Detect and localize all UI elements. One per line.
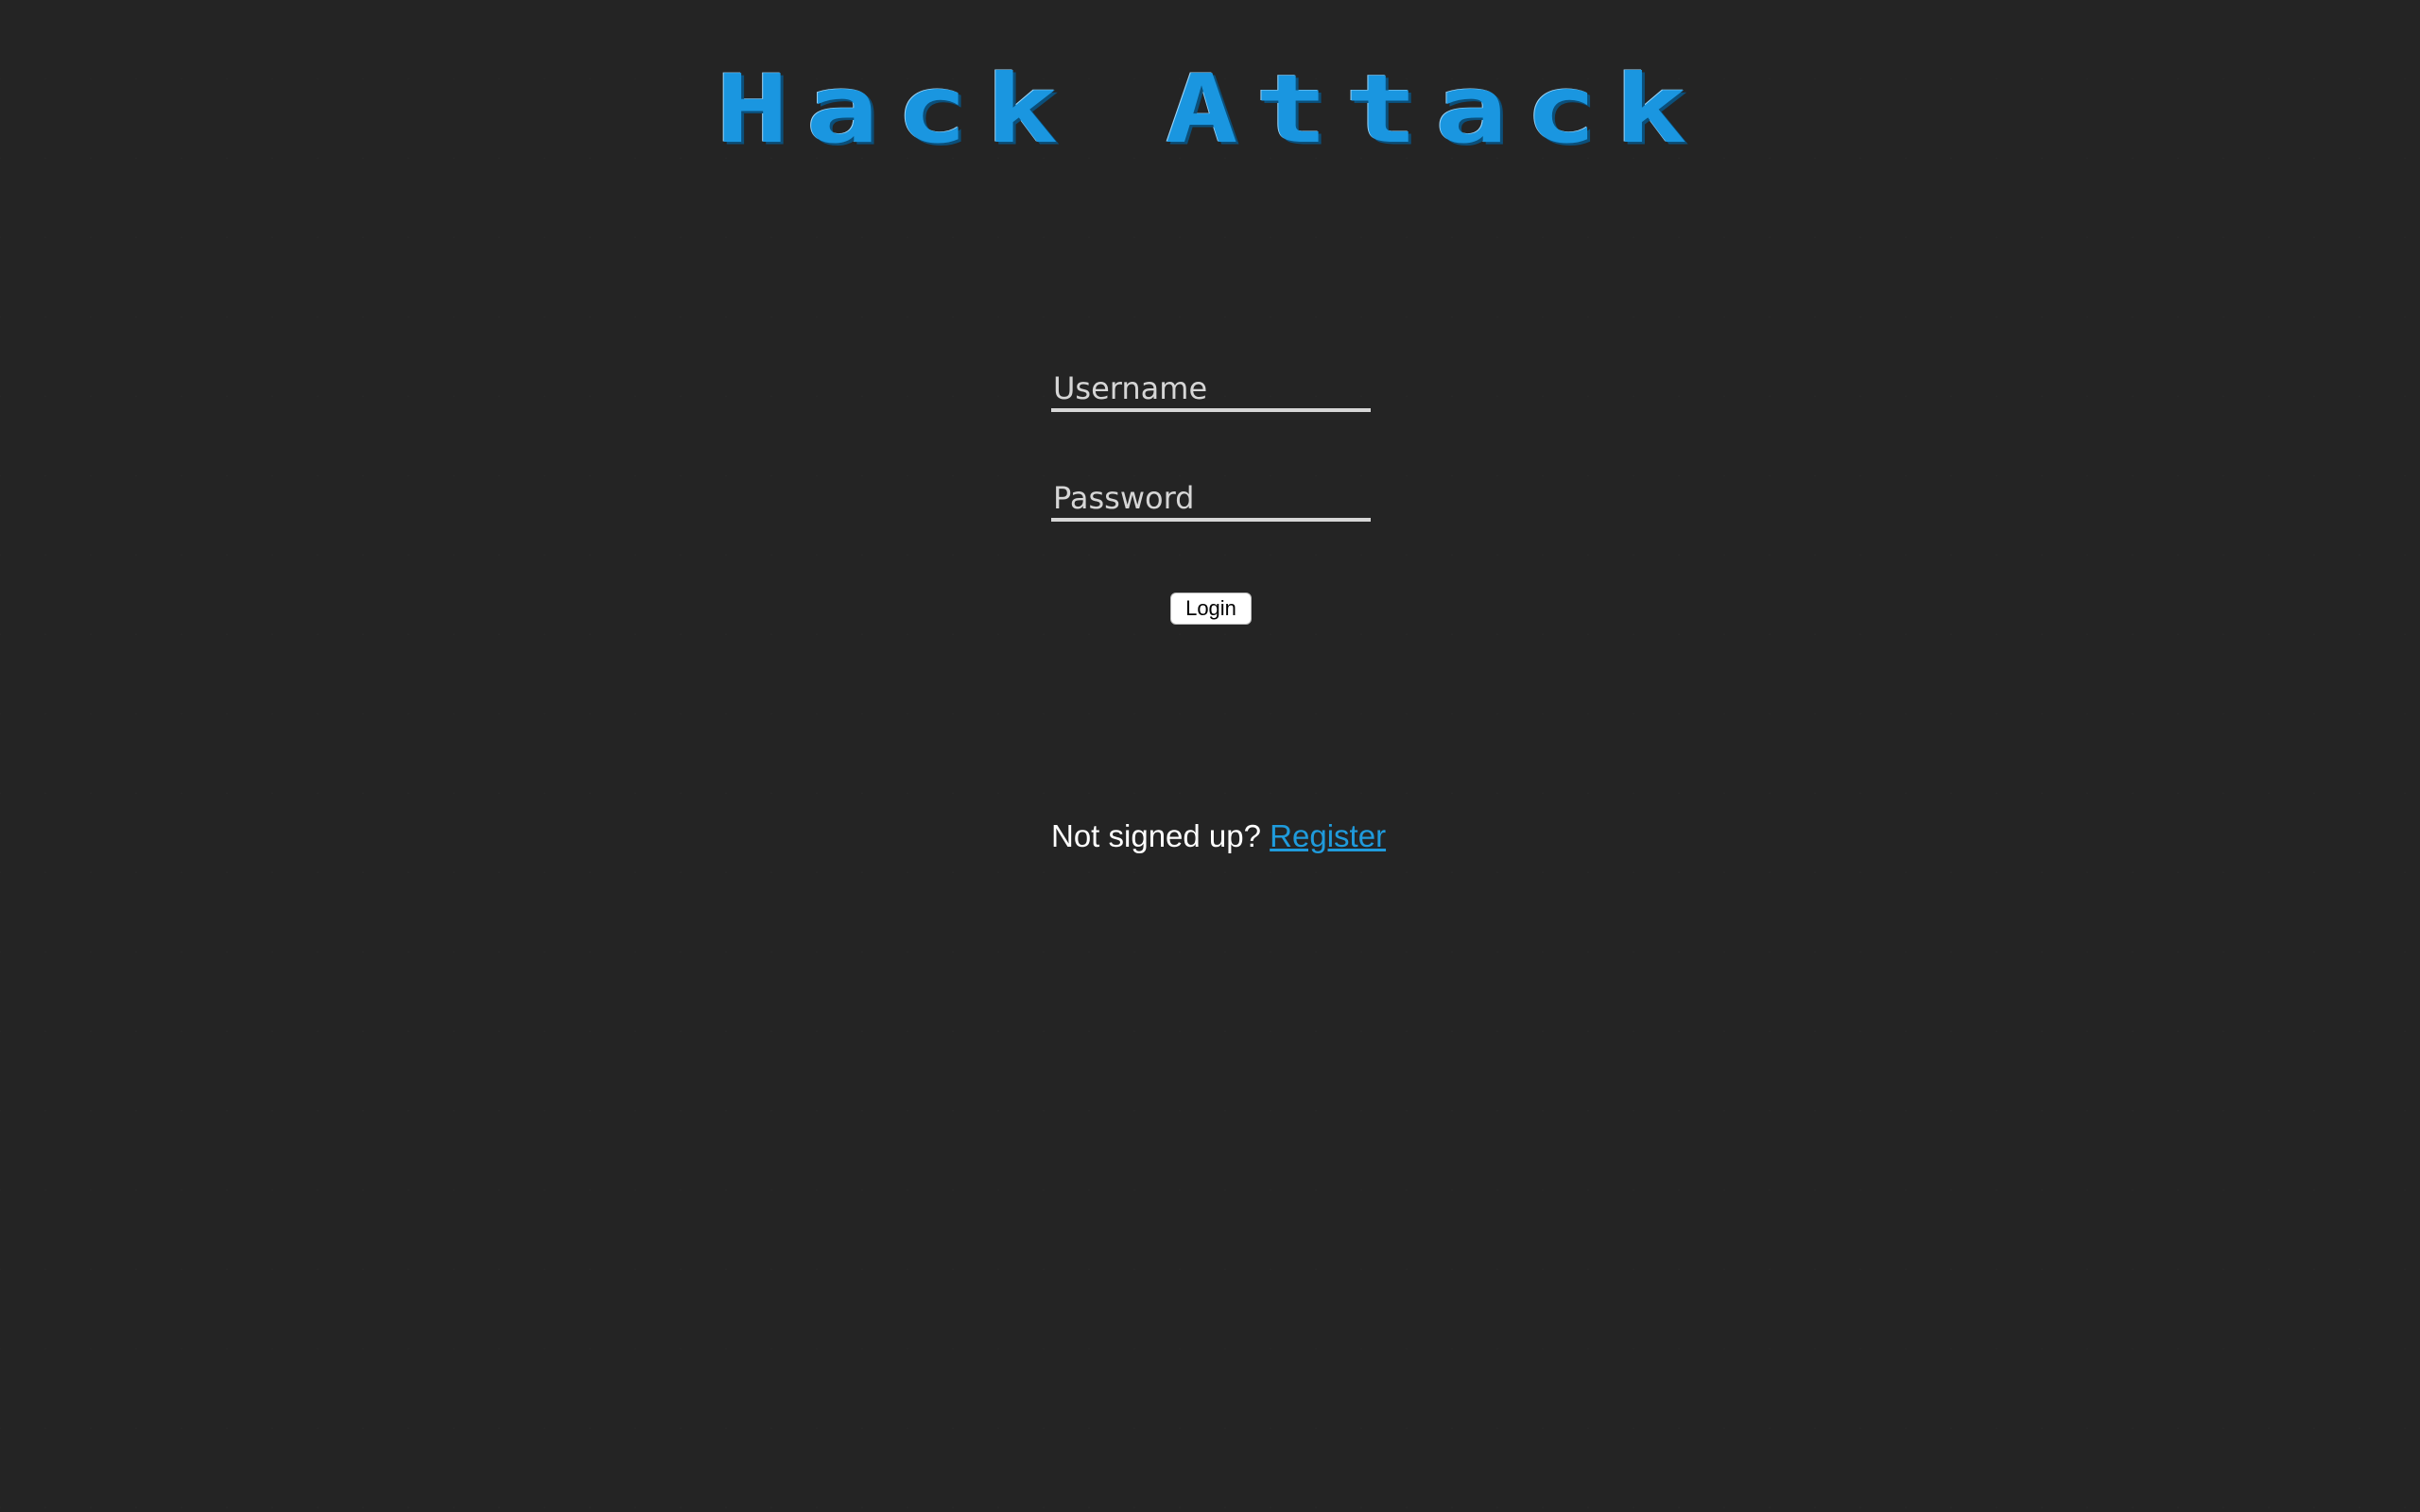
login-button[interactable]: Login <box>1170 593 1252 625</box>
username-input[interactable] <box>1051 369 1371 412</box>
register-link[interactable]: Register <box>1270 818 1386 853</box>
login-form: Login <box>1051 369 1371 625</box>
logo-title: Hack Attack <box>716 55 1704 165</box>
password-input[interactable] <box>1051 478 1371 522</box>
register-prompt: Not signed up? Register <box>1051 818 1386 854</box>
register-prompt-text: Not signed up? <box>1051 818 1261 853</box>
